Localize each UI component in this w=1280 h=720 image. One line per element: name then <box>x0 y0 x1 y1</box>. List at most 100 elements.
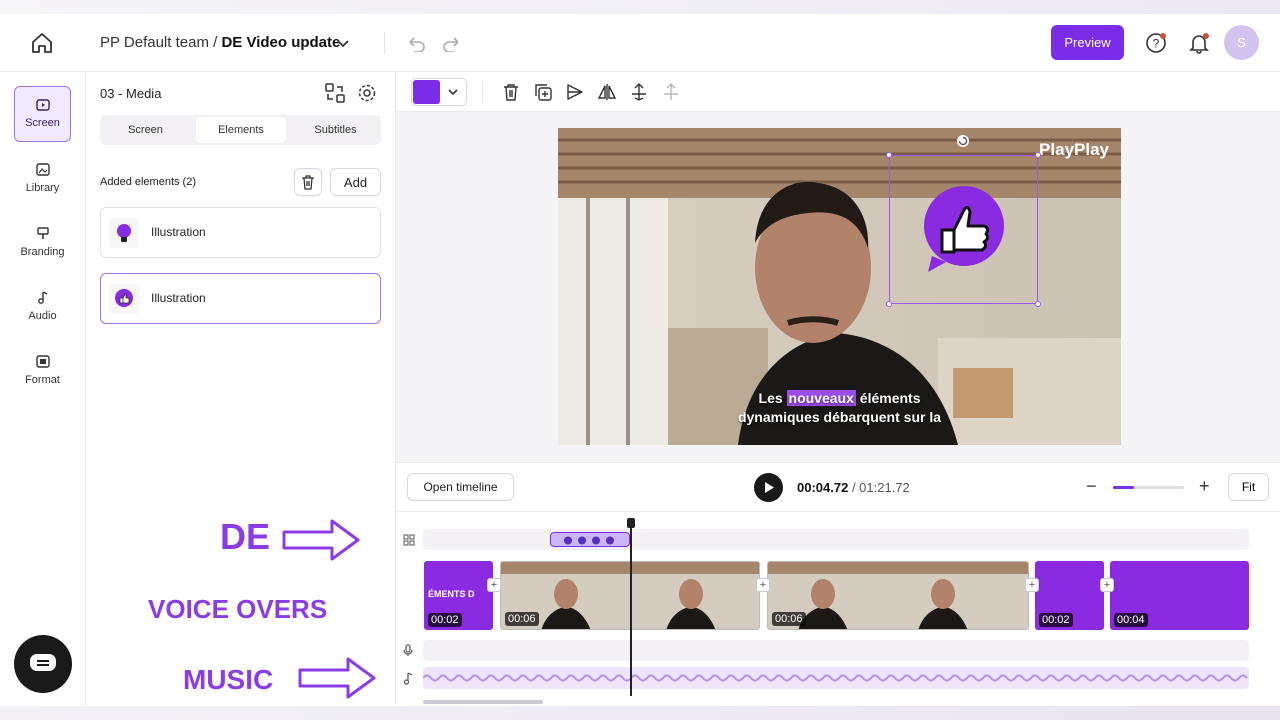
nav-item-screen[interactable]: Screen <box>14 86 71 142</box>
clip-thumbnails <box>768 562 1028 629</box>
color-picker[interactable] <box>411 78 467 106</box>
clip-duration: 00:06 <box>505 612 539 626</box>
delete-button[interactable] <box>294 168 322 196</box>
element-label: Illustration <box>151 225 206 239</box>
selected-element-box[interactable] <box>886 152 1041 307</box>
element-thumbnail <box>109 284 139 314</box>
app-window: PP Default team / DE Video update Previe… <box>0 0 1280 720</box>
chevron-down-icon <box>448 89 458 96</box>
top-strip <box>0 0 1280 14</box>
clip-text: ÉMENTS D <box>428 589 475 599</box>
nav-item-format[interactable]: Format <box>14 342 71 398</box>
tab-subtitles[interactable]: Subtitles <box>292 117 379 143</box>
element-clip-icons <box>564 536 614 545</box>
flip-vertical-icon[interactable] <box>629 82 649 102</box>
subtitle-line-1: Les nouveaux éléments <box>558 390 1121 406</box>
audio-icon <box>37 290 47 304</box>
nav-item-label: Audio <box>28 309 57 322</box>
timecode: 00:04.72 / 01:21.72 <box>797 480 910 495</box>
timeline-clip[interactable]: 00:04 <box>1110 561 1249 630</box>
voice-over-track[interactable] <box>423 640 1249 661</box>
divider <box>482 82 483 102</box>
resize-handle[interactable] <box>886 152 892 158</box>
added-elements-label: Added elements (2) <box>100 176 196 188</box>
element-label: Illustration <box>151 291 206 305</box>
resize-handle[interactable] <box>886 301 892 307</box>
elements-track-icon <box>403 534 415 546</box>
brand-watermark: PlayPlay <box>1039 140 1109 159</box>
trash-icon[interactable] <box>501 82 521 102</box>
music-note-icon <box>403 672 413 685</box>
caption-text: Les <box>758 390 787 406</box>
element-card[interactable]: Illustration <box>100 207 381 258</box>
divider <box>384 32 385 54</box>
zoom-in-button[interactable]: + <box>1199 476 1210 497</box>
preview-button[interactable]: Preview <box>1051 25 1124 60</box>
play-button[interactable] <box>754 473 783 502</box>
trash-icon <box>302 175 314 190</box>
caption-text: éléments <box>855 390 921 406</box>
clip-duration: 00:04 <box>1114 613 1148 627</box>
zoom-slider[interactable] <box>1113 486 1184 489</box>
nav-item-library[interactable]: Library <box>14 150 71 206</box>
nav-item-label: Branding <box>20 245 65 258</box>
microphone-icon <box>403 644 413 656</box>
breadcrumb[interactable]: PP Default team / DE Video update <box>100 34 340 51</box>
tab-screen[interactable]: Screen <box>102 117 189 143</box>
team-name: PP Default team / <box>100 34 222 51</box>
open-timeline-button[interactable]: Open timeline <box>407 473 514 501</box>
promo-de: DE <box>220 516 271 557</box>
nav-item-audio[interactable]: Audio <box>14 278 71 334</box>
color-swatch <box>413 80 440 104</box>
timeline-scrollbar[interactable] <box>423 700 543 704</box>
add-transition-button[interactable]: + <box>756 578 770 592</box>
elements-track[interactable] <box>423 529 1249 550</box>
fit-button[interactable]: Fit <box>1228 473 1269 501</box>
timeline-clip[interactable]: 00:02 <box>1035 561 1104 630</box>
replace-icon[interactable] <box>324 82 346 104</box>
timeline: ÉMENTS D 00:02 00:06 00:06 00:02 00:04 +… <box>396 512 1280 720</box>
promo-voice-overs: VOICE OVERS <box>148 594 328 624</box>
bell-icon[interactable] <box>1188 32 1210 54</box>
rotate-icon[interactable] <box>956 134 970 148</box>
resize-handle[interactable] <box>1035 152 1041 158</box>
video-preview[interactable]: PlayPlay Les nouveaux éléments dynamique… <box>558 128 1121 445</box>
element-card-selected[interactable]: Illustration <box>100 273 381 324</box>
top-bar: PP Default team / DE Video update Previe… <box>0 14 1280 72</box>
element-clip[interactable] <box>550 532 630 547</box>
add-button[interactable]: Add <box>330 168 381 196</box>
redo-icon[interactable] <box>442 34 462 52</box>
timeline-clip[interactable]: ÉMENTS D 00:02 <box>424 561 493 630</box>
help-icon[interactable]: ? <box>1145 32 1167 54</box>
thumbs-up-icon <box>115 289 133 307</box>
zoom-out-button[interactable]: − <box>1086 476 1097 497</box>
avatar[interactable]: S <box>1224 25 1259 60</box>
zoom-slider-fill <box>1113 486 1135 489</box>
home-icon[interactable] <box>30 32 54 54</box>
library-icon <box>35 162 50 176</box>
promo-music: MUSIC <box>183 664 274 695</box>
timeline-clip[interactable]: 00:06 <box>767 561 1029 630</box>
undo-icon[interactable] <box>406 34 426 52</box>
resize-handle[interactable] <box>1035 301 1041 307</box>
thumbs-up-icon <box>924 186 1004 272</box>
caption-highlight: nouveaux <box>786 390 856 406</box>
chevron-down-icon[interactable] <box>336 36 350 50</box>
gear-icon[interactable] <box>356 82 378 104</box>
add-transition-button[interactable]: + <box>1100 578 1114 592</box>
nav-item-branding[interactable]: Branding <box>14 214 71 270</box>
add-transition-button[interactable]: + <box>1025 578 1039 592</box>
svg-text:?: ? <box>1153 37 1160 51</box>
flip-icon-disabled[interactable] <box>661 82 681 102</box>
bottom-strip <box>0 706 1280 720</box>
music-track[interactable] <box>423 667 1249 689</box>
clip-duration: 00:02 <box>428 613 462 627</box>
playhead[interactable] <box>627 518 635 696</box>
flip-horizontal-icon[interactable] <box>597 82 617 102</box>
tab-elements[interactable]: Elements <box>196 117 286 143</box>
chat-button[interactable] <box>14 635 72 693</box>
panel-tabs: Screen Elements Subtitles <box>100 115 381 145</box>
duplicate-icon[interactable] <box>533 82 553 102</box>
add-transition-button[interactable]: + <box>487 578 501 592</box>
send-icon[interactable] <box>565 82 585 102</box>
